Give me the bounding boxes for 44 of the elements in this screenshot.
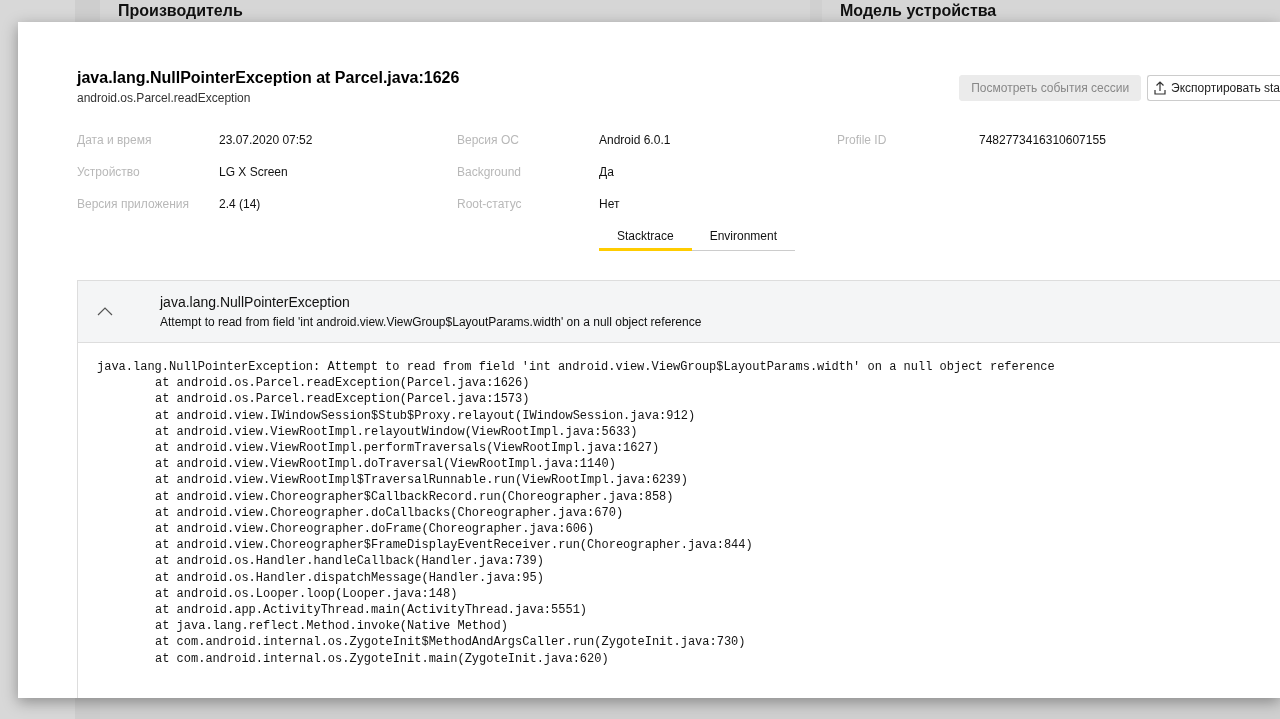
trace-line: at android.os.Handler.dispatchMessage(Handler.java:95) [155, 569, 544, 586]
trace-line: at android.os.Parcel.readException(Parcel.java:1573) [155, 391, 530, 408]
trace-line: java.lang.NullPointerException: Attempt to read from field 'int android.view.ViewGroup$LayoutParams.width' on a null object reference [97, 359, 1055, 376]
trace-line: at android.view.Choreographer$FrameDisplayEventReceiver.run(Choreographer.java:844) [155, 537, 753, 554]
detail-value: Нет [599, 197, 620, 213]
trace-line: at android.view.Choreographer.doFrame(Choreographer.java:606) [155, 521, 595, 538]
trace-line: at android.os.Parcel.readException(Parcel.java:1626) [155, 375, 530, 392]
trace-line: at android.view.ViewRootImpl.doTraversal(ViewRootImpl.java:1140) [155, 456, 616, 473]
trace-line: at android.view.Choreographer.doCallbacks(Choreographer.java:670) [155, 504, 624, 522]
detail-value: Android 6.0.1 [599, 133, 671, 149]
card-heading: Производитель [118, 2, 244, 20]
crash-subtitle: android.os.Parcel.readException [77, 91, 252, 105]
detail-label: Устройство [77, 165, 141, 181]
trace-line: at android.view.ViewRootImpl.performTraversals(ViewRootImpl.java:1627) [155, 440, 660, 457]
trace-line: at android.os.Looper.loop(Looper.java:148) [155, 585, 458, 603]
crash-title: java.lang.NullPointerException at Parcel.java:1626 [77, 68, 460, 88]
tab[interactable]: Stacktrace [598, 229, 692, 251]
detail-value: 23.07.2020 07:52 [219, 133, 313, 149]
upload-icon [1154, 81, 1167, 95]
trace-line: at android.view.IWindowSession$Stub$Proxy.relayout(IWindowSession.java:912) [155, 407, 696, 424]
trace-line: at com.android.internal.os.ZygoteInit$MethodAndArgsCaller.run(ZygoteInit.java:730) [155, 634, 746, 651]
detail-label: Версия приложения [77, 197, 190, 213]
detail-label: Версия ОС [457, 133, 520, 149]
tab[interactable]: Environment [691, 229, 796, 251]
exception-name: java.lang.NullPointerException [160, 294, 351, 310]
card-heading: Модель устройства [840, 2, 998, 20]
detail-value: 2.4 (14) [219, 197, 261, 213]
trace-line: at android.view.Choreographer$CallbackRecord.run(Choreographer.java:858) [155, 488, 674, 505]
detail-label: Дата и время [77, 133, 153, 149]
exception-message: Attempt to read from field 'int android.view.ViewGroup$LayoutParams.width' on a null object reference [160, 315, 702, 329]
export-button[interactable]: Экспортировать sta [1147, 75, 1280, 101]
detail-label: Profile ID [837, 133, 888, 149]
detail-value: 7482773416310607155 [979, 133, 1106, 149]
trace-line: at android.view.ViewRootImpl.relayoutWindow(ViewRootImpl.java:5633) [155, 423, 638, 440]
detail-label: Root-статус [457, 197, 523, 213]
detail-value: Да [599, 165, 614, 181]
trace-line: at java.lang.reflect.Method.invoke(Native Method) [155, 618, 508, 635]
detail-value: LG X Screen [219, 165, 288, 181]
trace-line: at android.os.Handler.handleCallback(Handler.java:739) [155, 553, 544, 570]
trace-line: at android.view.ViewRootImpl$TraversalRunnable.run(ViewRootImpl.java:6239) [155, 472, 688, 489]
detail-label: Background [457, 165, 523, 181]
trace-line: at android.app.ActivityThread.main(ActivityThread.java:5551) [155, 602, 588, 619]
exception-header[interactable]: java.lang.NullPointerException Attempt to read from field 'int android.view.ViewGroup$LayoutParams.width' on a null object reference [78, 281, 1280, 343]
trace-line: at com.android.internal.os.ZygoteInit.main(ZygoteInit.java:620) [155, 650, 609, 667]
